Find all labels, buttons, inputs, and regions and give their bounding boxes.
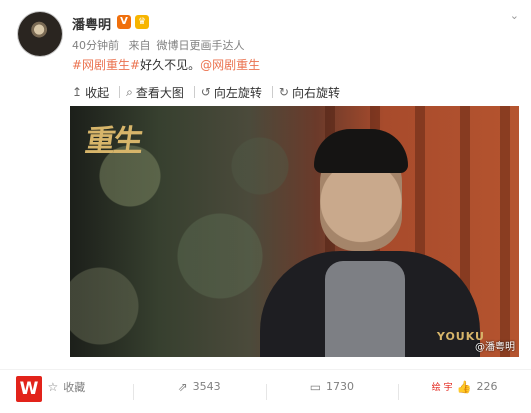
toolbar-divider xyxy=(193,86,195,98)
arrow-up-icon: ↥ xyxy=(72,85,83,99)
collapse-label: 收起 xyxy=(85,85,110,100)
author-avatar[interactable] xyxy=(18,12,62,56)
level-badge-icon: ♛ xyxy=(135,15,149,29)
actor-figure xyxy=(250,121,490,357)
chevron-down-icon[interactable]: ⌄ xyxy=(510,9,519,22)
author-name[interactable]: 潘粤明 xyxy=(72,14,111,33)
repost-icon: ⇗ xyxy=(177,379,188,394)
source-prefix: 来自 xyxy=(128,39,151,52)
actor-scarf xyxy=(325,261,405,357)
view-large-button[interactable]: ⌕ 查看大图 xyxy=(124,84,190,101)
star-icon: ☆ xyxy=(47,379,59,394)
repost-count: 3543 xyxy=(192,380,221,393)
toolbar-divider xyxy=(119,86,121,98)
favorite-button[interactable]: ☆ 收藏 xyxy=(0,379,133,395)
rotate-right-icon: ↻ xyxy=(278,85,289,99)
post-source[interactable]: 微博日更画手达人 xyxy=(157,39,245,52)
post-image[interactable]: 重生 YOUKU @潘粤明 xyxy=(70,106,519,357)
image-toolbar: ↥ 收起 ⌕ 查看大图 ↺ 向左旋转 ↻ 向右旋转 xyxy=(70,80,519,104)
toolbar-divider xyxy=(271,86,273,98)
post-time[interactable]: 40分钟前 xyxy=(72,39,119,52)
post-actions: ☆ 收藏 ⇗ 3543 ▭ 1730 绘 宇 👍 226 xyxy=(0,369,531,403)
comment-icon: ▭ xyxy=(309,379,322,394)
post-text: 好久不见。 xyxy=(140,58,201,72)
rotate-left-icon: ↺ xyxy=(200,85,211,99)
magnify-icon: ⌕ xyxy=(126,84,133,99)
rotate-right-label: 向右旋转 xyxy=(291,85,340,100)
view-large-label: 查看大图 xyxy=(135,85,184,100)
rotate-right-button[interactable]: ↻ 向右旋转 xyxy=(277,84,346,101)
collapse-button[interactable]: ↥ 收起 xyxy=(70,84,115,101)
post-content: #网剧重生#好久不见。@网剧重生 xyxy=(72,56,260,73)
repost-button[interactable]: ⇗ 3543 xyxy=(132,379,266,400)
drama-title-art: 重生 xyxy=(83,124,144,159)
rotate-left-label: 向左旋转 xyxy=(213,85,262,100)
hashtag-link[interactable]: #网剧重生# xyxy=(72,58,140,72)
image-stripe xyxy=(500,106,510,357)
weibo-post-card: 潘粤明 V ♛ ⌄ 40分钟前 来自 微博日更画手达人 #网剧重生#好久不见。@网… xyxy=(0,0,531,413)
mention-link[interactable]: @网剧重生 xyxy=(200,58,260,72)
favorite-label: 收藏 xyxy=(63,380,86,394)
footer-watermark: 绘 宇 xyxy=(431,383,453,393)
rotate-left-button[interactable]: ↺ 向左旋转 xyxy=(199,84,268,101)
verified-badge-icon: V xyxy=(117,15,131,29)
comment-button[interactable]: ▭ 1730 xyxy=(265,379,399,400)
actor-hair xyxy=(314,129,408,173)
thumb-up-icon: 👍 xyxy=(456,379,472,394)
like-button[interactable]: 绘 宇 👍 226 xyxy=(398,379,531,400)
image-watermark: @潘粤明 xyxy=(475,342,515,353)
like-count: 226 xyxy=(476,380,498,393)
post-meta: 40分钟前 来自 微博日更画手达人 xyxy=(72,37,251,53)
comment-count: 1730 xyxy=(326,380,355,393)
